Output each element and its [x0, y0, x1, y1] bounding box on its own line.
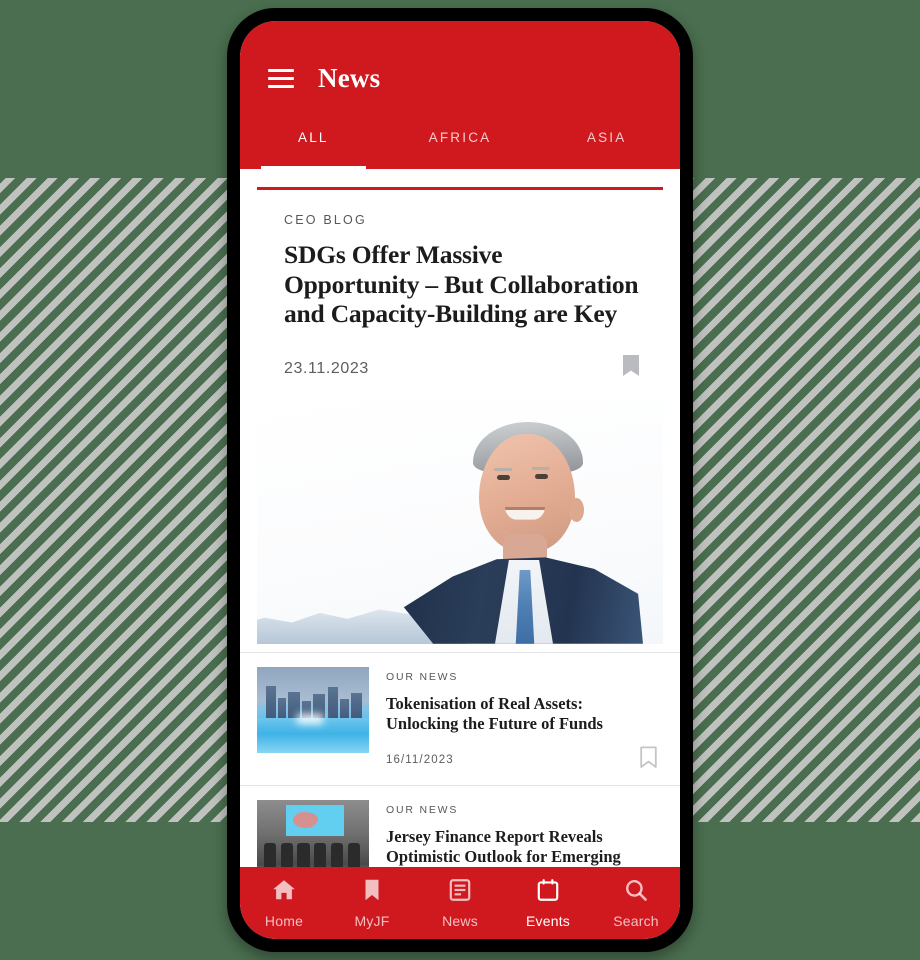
list-item-date: 16/11/2023 — [386, 753, 454, 766]
eye-left — [497, 474, 510, 480]
featured-article-meta: 23.11.2023 — [257, 349, 663, 389]
tab-africa[interactable]: AFRICA — [387, 127, 534, 169]
list-item-body: OUR NEWS Tokenisation of Real Assets: Un… — [386, 667, 658, 775]
list-item-title: Tokenisation of Real Assets: Unlocking t… — [386, 693, 603, 733]
tab-all-label: ALL — [298, 130, 329, 145]
list-item[interactable]: OUR NEWS Jersey Finance Report Reveals O… — [240, 784, 680, 867]
bookmark-filled-icon[interactable] — [621, 354, 641, 383]
featured-article-title: SDGs Offer Massive Opportunity – But Col… — [284, 240, 639, 329]
list-item-meta: 16/11/2023 — [386, 745, 658, 775]
hamburger-menu-icon[interactable] — [268, 68, 294, 88]
presentation-screen — [286, 805, 345, 837]
featured-article-kicker: CEO BLOG — [284, 213, 367, 227]
nav-item-news[interactable]: News — [416, 877, 504, 929]
news-feed-scroll-area[interactable]: CEO BLOG SDGs Offer Massive Opportunity … — [240, 169, 680, 867]
phone-device-frame: News ALL AFRICA ASIA CEO BLOG SDGs Offer… — [227, 8, 693, 952]
nav-label-news: News — [442, 913, 478, 929]
home-icon — [271, 877, 297, 908]
tab-africa-label: AFRICA — [428, 130, 492, 145]
header-top-bar: News — [240, 55, 680, 101]
nav-label-home: Home — [264, 913, 304, 929]
list-item-kicker: OUR NEWS — [386, 803, 459, 816]
tab-asia-label: ASIA — [586, 130, 627, 145]
tab-all[interactable]: ALL — [240, 127, 387, 169]
list-item-title: Jersey Finance Report Reveals Optimistic… — [386, 826, 621, 867]
featured-article-image[interactable] — [257, 398, 663, 644]
article-icon — [447, 877, 473, 908]
bookmark-icon — [359, 877, 385, 908]
eyebrow-left — [494, 467, 512, 471]
search-icon — [623, 877, 649, 908]
nav-label-events: Events — [526, 913, 570, 929]
bookmark-outline-icon[interactable] — [639, 746, 658, 774]
nav-item-search[interactable]: Search — [592, 877, 680, 929]
page-title: News — [318, 62, 381, 93]
ear-shape — [569, 497, 584, 522]
list-item[interactable]: OUR NEWS Tokenisation of Real Assets: Un… — [240, 651, 680, 785]
nav-item-home[interactable]: Home — [240, 877, 328, 929]
tab-asia[interactable]: ASIA — [533, 127, 680, 169]
featured-article-card[interactable]: CEO BLOG SDGs Offer Massive Opportunity … — [257, 187, 663, 644]
mouth-shape — [505, 506, 545, 520]
event-panel-thumbnail — [257, 799, 369, 867]
bottom-navigation-bar: Home MyJF News Events Search — [240, 867, 680, 939]
map-graphic — [293, 811, 318, 829]
page-background: News ALL AFRICA ASIA CEO BLOG SDGs Offer… — [0, 0, 920, 960]
nav-label-search: Search — [613, 913, 659, 929]
category-tab-strip: ALL AFRICA ASIA — [240, 127, 680, 169]
phone-screen: News ALL AFRICA ASIA CEO BLOG SDGs Offer… — [240, 21, 680, 939]
portrait-photo — [393, 399, 649, 644]
calendar-icon — [535, 877, 561, 908]
nav-label-myjf: MyJF — [354, 913, 390, 929]
eye-right — [535, 473, 548, 479]
nav-item-events[interactable]: Events — [504, 877, 592, 929]
nav-item-myjf[interactable]: MyJF — [328, 877, 416, 929]
list-item-body: OUR NEWS Jersey Finance Report Reveals O… — [386, 800, 658, 867]
list-item-kicker: OUR NEWS — [386, 670, 459, 683]
eyebrow-right — [532, 466, 550, 470]
news-list: OUR NEWS Tokenisation of Real Assets: Un… — [240, 651, 680, 867]
featured-article-date: 23.11.2023 — [284, 359, 369, 377]
city-skyline-thumbnail — [257, 666, 369, 753]
light-reflection — [297, 714, 324, 725]
app-header: News ALL AFRICA ASIA — [240, 21, 680, 169]
